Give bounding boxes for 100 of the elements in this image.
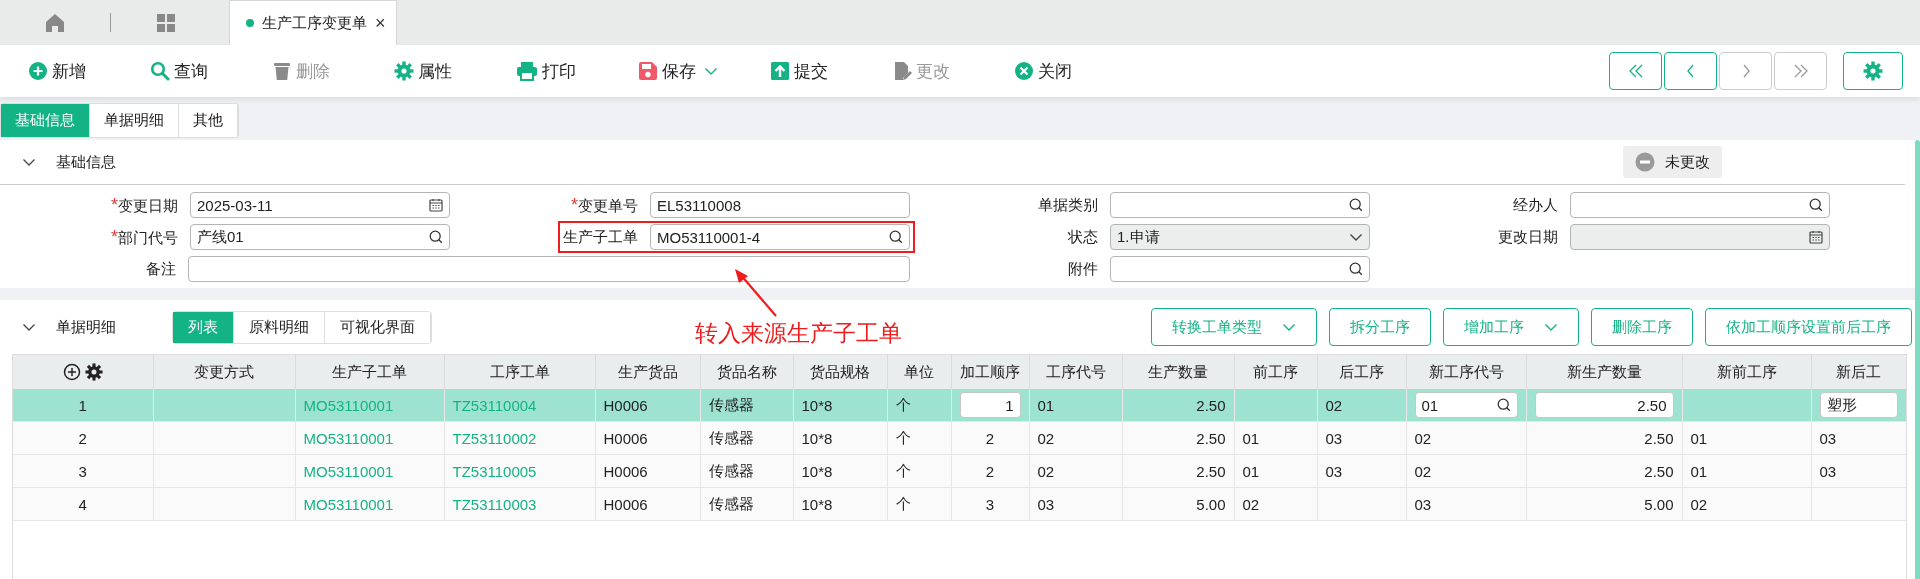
row-number: 4 [78, 495, 87, 513]
table-cell: 01 [1690, 429, 1708, 447]
toolbar-button[interactable]: 打印 [516, 59, 576, 83]
table-cell: 10*8 [801, 396, 833, 414]
table-cell: 3 [985, 495, 995, 513]
chevron-left-icon [1685, 64, 1696, 78]
table-cell: H0006 [603, 462, 648, 480]
annotation-arrow [733, 268, 779, 318]
field-label: 备注 [146, 259, 176, 279]
table-cell: 传感器 [708, 494, 754, 512]
column-header: 前工序 [1253, 362, 1298, 380]
field-label: 附件 [1068, 259, 1098, 279]
toolbar-button[interactable]: 属性 [394, 59, 452, 83]
chevron-icon[interactable] [22, 322, 36, 332]
column-header: 新工序代号 [1428, 362, 1504, 380]
column-header: 加工顺序 [960, 362, 1020, 380]
table-cell: 01 [1242, 462, 1260, 480]
search-icon [1496, 398, 1511, 412]
table-cell: 个 [895, 461, 911, 479]
toolbar-button[interactable]: 关闭 [1014, 59, 1072, 83]
column-header: 单位 [904, 362, 934, 380]
table-cell: 02 [1414, 462, 1432, 480]
toolbar-button[interactable]: 查询 [150, 59, 208, 83]
table-cell: 传感器 [708, 395, 754, 413]
field-label: *变更单号 [571, 194, 638, 216]
add-row-icon[interactable] [62, 363, 81, 381]
gear-icon [394, 61, 414, 81]
search-icon [1349, 198, 1363, 212]
number-input[interactable]: 2.50 [1534, 392, 1674, 418]
field-label: 单据类别 [1038, 195, 1098, 215]
document-edit-icon [892, 61, 912, 81]
table-cell: 03 [1819, 462, 1837, 480]
table-cell: 10*8 [801, 462, 833, 480]
chevron-icon[interactable] [22, 157, 36, 167]
scrollbar-thumb[interactable] [1915, 140, 1920, 579]
table-cell: 10*8 [801, 429, 833, 447]
table-cell: 2.50 [1196, 396, 1226, 414]
table-cell: 01 [1037, 396, 1055, 414]
tab-label: 生产工序变更单 [262, 13, 367, 33]
lookup-field[interactable] [1110, 192, 1370, 218]
toolbar-button[interactable]: 新增 [28, 59, 86, 83]
field-label: *部门代号 [111, 226, 178, 248]
table-cell: 2 [985, 429, 995, 447]
column-header: 货品名称 [716, 362, 777, 380]
table-cell: 个 [895, 395, 911, 413]
column-header: 后工序 [1339, 362, 1384, 380]
input-field[interactable]: EL53110008 [650, 192, 910, 218]
table-cell: 传感器 [708, 428, 754, 446]
table-cell: 01 [1690, 462, 1708, 480]
table-cell: 2.50 [1644, 462, 1674, 480]
table-cell: 03 [1325, 429, 1343, 447]
toolbar-button[interactable]: 提交 [770, 59, 828, 83]
home-icon[interactable] [45, 13, 65, 32]
column-header: 生产数量 [1148, 362, 1208, 380]
table-cell: 5.00 [1196, 495, 1226, 513]
grid-icon[interactable] [156, 12, 176, 33]
search-icon [429, 230, 443, 244]
pager-button[interactable] [1609, 52, 1662, 90]
table-cell: 02 [1037, 429, 1055, 447]
close-tab-button[interactable]: × [375, 12, 386, 34]
double-chevron-left-icon [1627, 64, 1644, 78]
lookup-field[interactable] [1110, 256, 1370, 282]
minus-circle-icon [1635, 152, 1655, 172]
table-cell: 2.50 [1644, 429, 1674, 447]
settings-button[interactable] [1843, 52, 1903, 90]
table-row[interactable]: 1 MO53110001 TZ53110004 H0006 传感器 10*8 个 1 01 2.50 02 01 2.50 塑形 [13, 389, 1906, 422]
status-badge: 未更改 [1623, 146, 1722, 178]
table-cell: 03 [1037, 495, 1055, 513]
field-label: 更改日期 [1498, 227, 1558, 247]
double-chevron-right-icon [1792, 64, 1809, 78]
lookup-field[interactable]: MO53110001-4 [650, 224, 910, 250]
lookup-field[interactable]: 产线01 [190, 224, 450, 250]
close-icon [1014, 61, 1034, 81]
row-number: 2 [78, 429, 87, 447]
text-input[interactable]: 塑形 [1819, 392, 1898, 418]
table-cell: 2 [985, 462, 995, 480]
section-title: 基础信息 [56, 152, 116, 172]
input-field[interactable] [188, 256, 910, 282]
trash-icon [272, 61, 292, 81]
search-icon [889, 230, 903, 244]
lookup-input[interactable]: 01 [1414, 392, 1518, 418]
number-input[interactable]: 1 [959, 392, 1021, 418]
document-tab[interactable]: 生产工序变更单 × [229, 0, 397, 45]
table-cell: 03 [1414, 495, 1432, 513]
table-cell: 02 [1690, 495, 1708, 513]
date-field[interactable]: 2025-03-11 [190, 192, 450, 218]
table-cell: 02 [1242, 495, 1260, 513]
calendar-icon [1809, 230, 1823, 244]
toolbar-button[interactable]: 保存 [638, 59, 696, 83]
gear-icon [1863, 61, 1883, 81]
table-cell: 2.50 [1196, 429, 1226, 447]
gear-icon[interactable] [84, 363, 103, 381]
pager-button[interactable] [1664, 52, 1717, 90]
lookup-field[interactable] [1570, 192, 1830, 218]
table-cell: 01 [1242, 429, 1260, 447]
column-header: 新前工序 [1716, 362, 1777, 380]
field-label: *变更日期 [111, 194, 178, 216]
calendar-icon [429, 198, 443, 212]
plus-circle-icon [28, 61, 48, 81]
status-dot [246, 19, 254, 27]
